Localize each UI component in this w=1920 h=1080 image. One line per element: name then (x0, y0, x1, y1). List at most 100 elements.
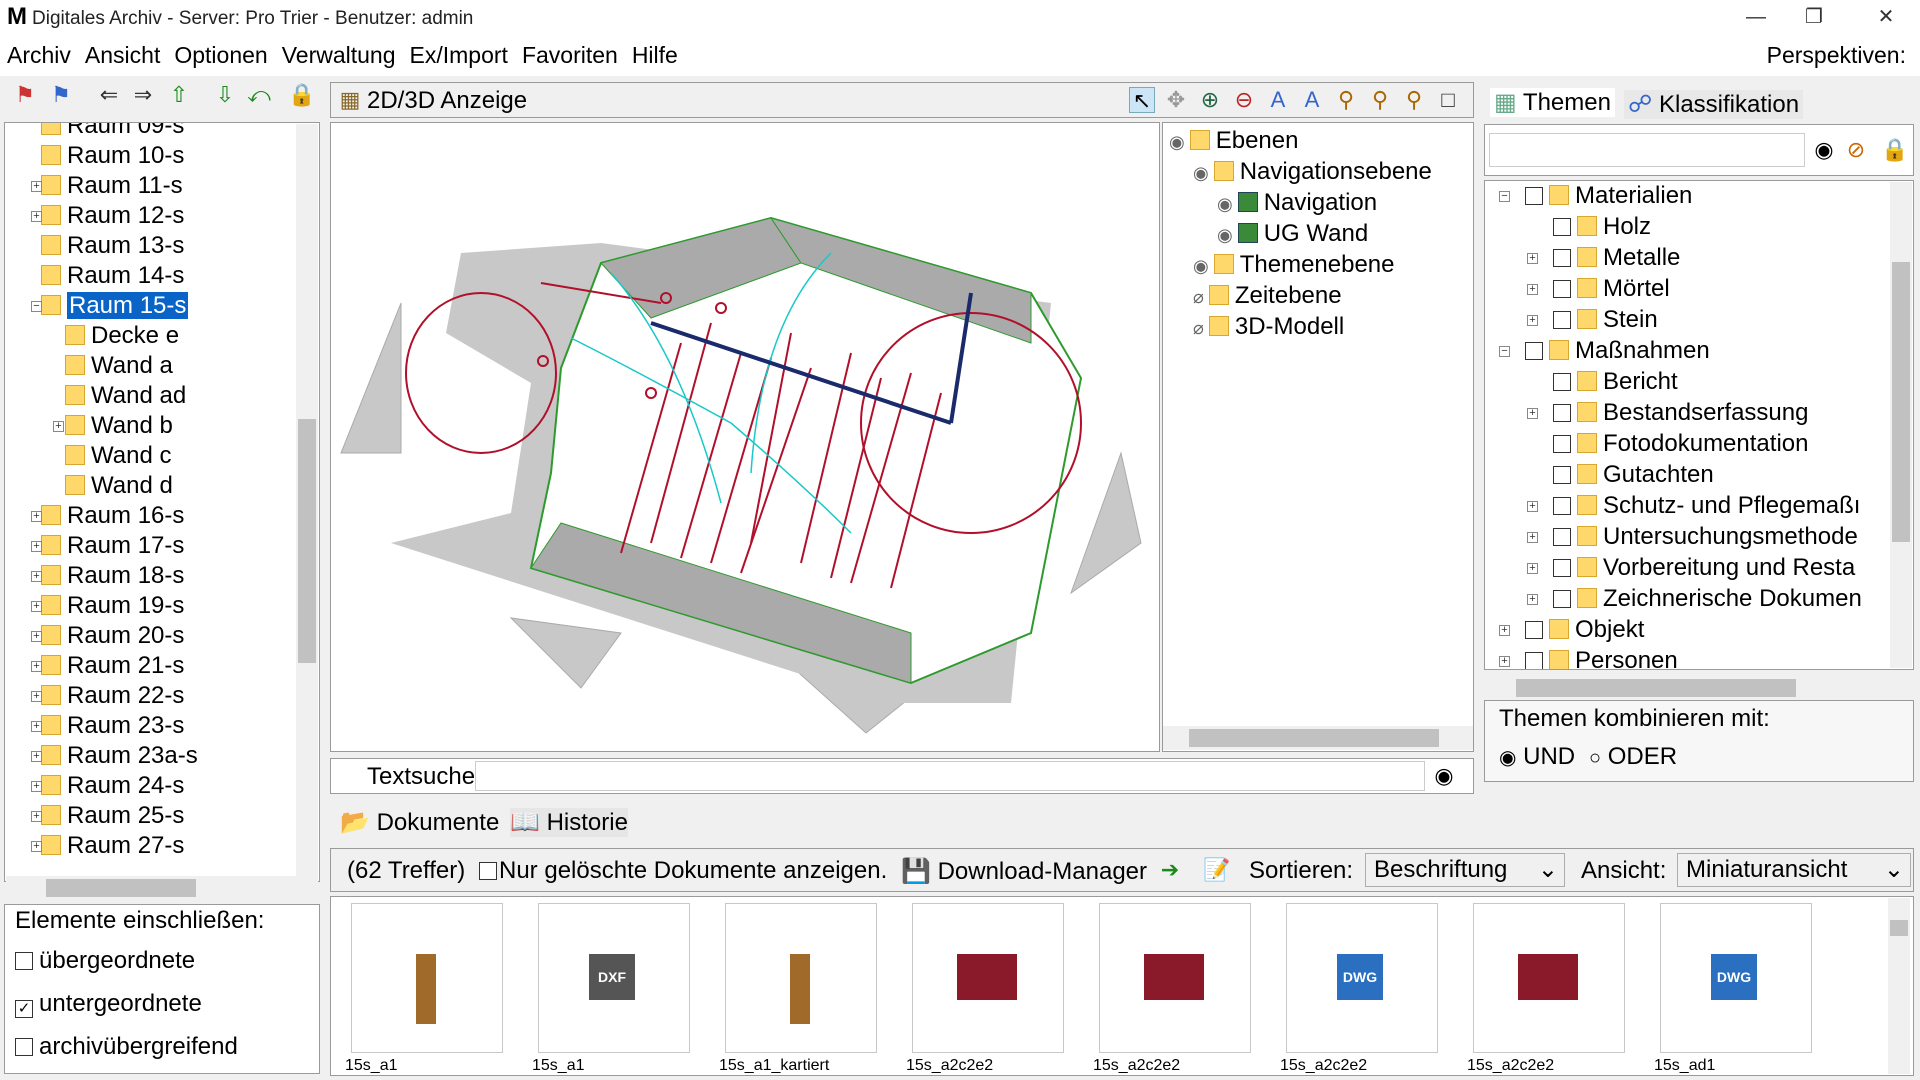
checkbox-icon[interactable] (1553, 466, 1571, 484)
flag-blue-icon[interactable]: ⚑ (48, 82, 74, 108)
expand-icon[interactable]: + (31, 541, 42, 552)
theme-item[interactable]: + Schutz- und Pflegemaßı (1527, 491, 1860, 521)
include-parent-option[interactable]: übergeordnete (15, 947, 195, 975)
zoom-window-icon[interactable]: ⚲ (1367, 87, 1393, 113)
back-icon[interactable]: ⇐ (96, 82, 122, 108)
expand-icon[interactable]: + (1499, 625, 1510, 636)
perspectives-label[interactable]: Perspektiven: (1767, 42, 1906, 69)
expand-icon[interactable]: + (31, 781, 42, 792)
expand-icon[interactable]: + (31, 601, 42, 612)
binoculars-icon[interactable]: ◉ (1811, 137, 1837, 163)
down-icon[interactable]: ⇩ (212, 82, 238, 108)
lock-icon[interactable]: 🔒 (288, 82, 315, 108)
layer-item[interactable]: ⌀ 3D-Modell (1193, 312, 1344, 342)
checkbox-icon[interactable] (1525, 187, 1543, 205)
tab-documents[interactable]: 📂 Dokumente (340, 808, 499, 837)
pan-tool-icon[interactable]: ✥ (1163, 87, 1189, 113)
layer-item[interactable]: ◉ Themenebene (1193, 250, 1395, 280)
layer-item[interactable]: ◉ Navigation (1217, 188, 1377, 218)
layer-item[interactable]: ◉ Navigationsebene (1193, 157, 1432, 187)
expand-icon[interactable]: + (31, 211, 42, 222)
tree-item[interactable]: + Raum 20-s (31, 621, 184, 651)
flag-red-icon[interactable]: ⚑ (12, 82, 38, 108)
tree-item[interactable]: Raum 13-s (41, 231, 184, 261)
eye-icon[interactable]: ◉ (1169, 132, 1190, 152)
checkbox-icon[interactable] (1525, 342, 1543, 360)
tree-hscrollbar[interactable] (6, 876, 318, 900)
close-icon[interactable]: ✕ (1856, 0, 1916, 34)
theme-item[interactable]: Fotodokumentation (1553, 429, 1808, 459)
tree-item[interactable]: + Raum 17-s (31, 531, 184, 561)
layers-hscrollbar[interactable] (1163, 726, 1473, 750)
tree-item[interactable]: + Raum 11-s (31, 171, 183, 201)
zoom-extent-icon[interactable]: ⚲ (1401, 87, 1427, 113)
menu-item-hilfe[interactable]: Hilfe (625, 42, 685, 69)
fullscreen-icon[interactable]: □ (1435, 87, 1461, 113)
tree-item[interactable]: + Raum 23a-s (31, 741, 198, 771)
expand-icon[interactable]: + (1527, 253, 1538, 264)
return-icon[interactable]: ⤺ (246, 82, 272, 108)
docs-scrollbar[interactable] (1888, 898, 1910, 1074)
tree-item[interactable]: + Raum 24-s (31, 771, 184, 801)
menu-item-verwaltung[interactable]: Verwaltung (275, 42, 403, 69)
font-down-icon[interactable]: A (1299, 87, 1325, 113)
menu-item-eximport[interactable]: Ex/Import (403, 42, 515, 69)
collapse-icon[interactable]: − (1499, 191, 1510, 202)
menu-item-ansicht[interactable]: Ansicht (78, 42, 167, 69)
checkbox-icon[interactable] (1525, 621, 1543, 639)
theme-item[interactable]: + Objekt (1499, 615, 1644, 645)
expand-icon[interactable]: + (1527, 501, 1538, 512)
checkbox-icon[interactable] (15, 952, 33, 970)
expand-icon[interactable]: + (1527, 284, 1538, 295)
theme-item[interactable]: + Bestandserfassung (1527, 398, 1808, 428)
tree-item[interactable]: Wand a (65, 351, 173, 381)
zoom-in-icon[interactable]: ⊕ (1197, 87, 1223, 113)
expand-icon[interactable]: + (31, 661, 42, 672)
download-manager-button[interactable]: 💾 Download-Manager (901, 857, 1147, 886)
layer-item[interactable]: ◉ Ebenen (1169, 126, 1298, 156)
combine-and-radio[interactable]: ◉ UND (1499, 743, 1575, 771)
checkbox-icon[interactable] (1553, 218, 1571, 236)
zoom-out-icon[interactable]: ⊖ (1231, 87, 1257, 113)
lock-icon[interactable]: 🔒 (1881, 137, 1908, 163)
tree-item[interactable]: + Raum 27-s (31, 831, 184, 861)
theme-item[interactable]: + Untersuchungsmethode (1527, 522, 1858, 552)
sort-select[interactable]: Beschriftung ⌄ (1365, 853, 1565, 887)
tree-item[interactable]: + Raum 22-s (31, 681, 184, 711)
expand-icon[interactable]: + (31, 631, 42, 642)
expand-icon[interactable]: + (31, 571, 42, 582)
expand-icon[interactable]: + (1527, 563, 1538, 574)
theme-item[interactable]: − Materialien (1499, 181, 1692, 211)
checkbox-icon[interactable] (1525, 652, 1543, 669)
binoculars-icon[interactable]: ◉ (1431, 763, 1457, 789)
font-up-icon[interactable]: A (1265, 87, 1291, 113)
theme-item[interactable]: + Personen (1499, 646, 1678, 669)
expand-icon[interactable]: + (1499, 656, 1510, 667)
tree-item[interactable]: + Raum 21-s (31, 651, 184, 681)
layer-item[interactable]: ◉ UG Wand (1217, 219, 1368, 249)
eye-hidden-icon[interactable]: ⌀ (1193, 318, 1209, 338)
eye-icon[interactable]: ◉ (1193, 256, 1214, 276)
theme-item[interactable]: + Vorbereitung und Resta (1527, 553, 1855, 583)
minimize-icon[interactable]: — (1726, 0, 1786, 34)
menu-item-optionen[interactable]: Optionen (167, 42, 274, 69)
expand-icon[interactable]: + (31, 751, 42, 762)
theme-item[interactable]: Gutachten (1553, 460, 1714, 490)
collapse-icon[interactable]: − (1499, 346, 1510, 357)
checkbox-icon[interactable] (1553, 435, 1571, 453)
checkbox-icon[interactable] (1553, 404, 1571, 422)
document-thumbnail[interactable]: DWG (1286, 903, 1438, 1053)
menu-item-archiv[interactable]: Archiv (0, 42, 78, 69)
theme-item[interactable]: + Zeichnerische Dokumen (1527, 584, 1862, 614)
checkbox-icon[interactable] (15, 1038, 33, 1056)
theme-item[interactable]: + Stein (1527, 305, 1658, 335)
tree-item[interactable]: + Raum 19-s (31, 591, 184, 621)
expand-icon[interactable]: + (1527, 532, 1538, 543)
themes-search-input[interactable] (1489, 133, 1805, 167)
checkbox-icon[interactable] (1553, 528, 1571, 546)
tree-item[interactable]: − Raum 15-s (31, 291, 189, 321)
tree-item[interactable]: + Raum 12-s (31, 201, 184, 231)
eye-icon[interactable]: ◉ (1217, 225, 1238, 245)
document-thumbnail[interactable]: DXF (538, 903, 690, 1053)
document-thumbnail[interactable] (1099, 903, 1251, 1053)
